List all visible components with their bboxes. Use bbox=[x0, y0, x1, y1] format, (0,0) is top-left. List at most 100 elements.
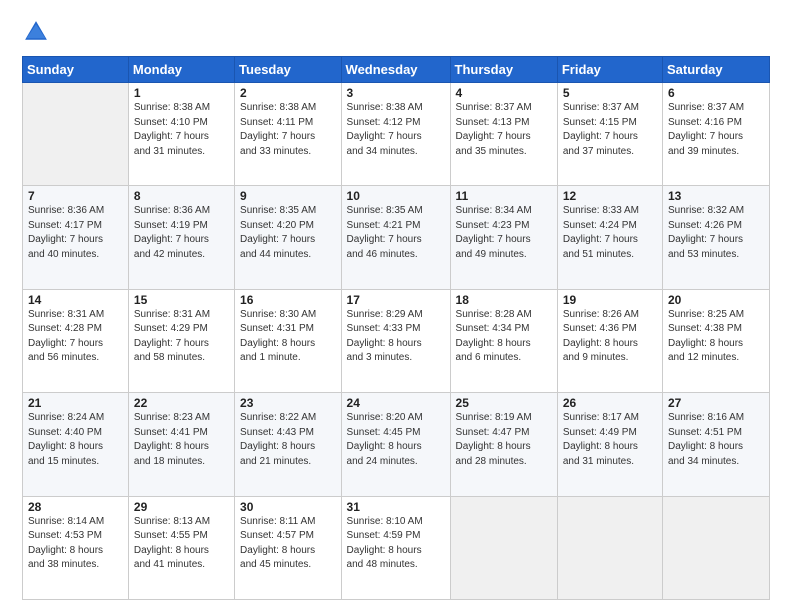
day-number: 25 bbox=[456, 396, 552, 410]
day-number: 26 bbox=[563, 396, 657, 410]
calendar-cell bbox=[23, 83, 129, 186]
calendar-header: SundayMondayTuesdayWednesdayThursdayFrid… bbox=[23, 57, 770, 83]
logo-icon bbox=[22, 18, 50, 46]
calendar-cell bbox=[557, 496, 662, 599]
day-number: 30 bbox=[240, 500, 335, 514]
calendar-cell: 5Sunrise: 8:37 AM Sunset: 4:15 PM Daylig… bbox=[557, 83, 662, 186]
weekday-header-thursday: Thursday bbox=[450, 57, 557, 83]
weekday-header-friday: Friday bbox=[557, 57, 662, 83]
calendar-cell: 3Sunrise: 8:38 AM Sunset: 4:12 PM Daylig… bbox=[341, 83, 450, 186]
calendar-body: 1Sunrise: 8:38 AM Sunset: 4:10 PM Daylig… bbox=[23, 83, 770, 600]
calendar-cell bbox=[662, 496, 769, 599]
day-number: 23 bbox=[240, 396, 335, 410]
calendar-cell: 4Sunrise: 8:37 AM Sunset: 4:13 PM Daylig… bbox=[450, 83, 557, 186]
day-info: Sunrise: 8:22 AM Sunset: 4:43 PM Dayligh… bbox=[240, 411, 335, 469]
day-info: Sunrise: 8:36 AM Sunset: 4:17 PM Dayligh… bbox=[28, 204, 123, 262]
day-info: Sunrise: 8:25 AM Sunset: 4:38 PM Dayligh… bbox=[668, 308, 764, 366]
week-row-4: 28Sunrise: 8:14 AM Sunset: 4:53 PM Dayli… bbox=[23, 496, 770, 599]
day-number: 7 bbox=[28, 189, 123, 203]
day-info: Sunrise: 8:36 AM Sunset: 4:19 PM Dayligh… bbox=[134, 204, 229, 262]
day-info: Sunrise: 8:38 AM Sunset: 4:11 PM Dayligh… bbox=[240, 101, 335, 159]
day-number: 16 bbox=[240, 293, 335, 307]
day-number: 10 bbox=[347, 189, 445, 203]
calendar-cell: 1Sunrise: 8:38 AM Sunset: 4:10 PM Daylig… bbox=[128, 83, 234, 186]
week-row-1: 7Sunrise: 8:36 AM Sunset: 4:17 PM Daylig… bbox=[23, 186, 770, 289]
day-number: 15 bbox=[134, 293, 229, 307]
page: SundayMondayTuesdayWednesdayThursdayFrid… bbox=[0, 0, 792, 612]
logo bbox=[22, 18, 54, 46]
day-info: Sunrise: 8:38 AM Sunset: 4:12 PM Dayligh… bbox=[347, 101, 445, 159]
calendar-cell: 16Sunrise: 8:30 AM Sunset: 4:31 PM Dayli… bbox=[235, 289, 341, 392]
calendar-cell: 10Sunrise: 8:35 AM Sunset: 4:21 PM Dayli… bbox=[341, 186, 450, 289]
day-number: 13 bbox=[668, 189, 764, 203]
day-info: Sunrise: 8:31 AM Sunset: 4:29 PM Dayligh… bbox=[134, 308, 229, 366]
day-number: 20 bbox=[668, 293, 764, 307]
day-info: Sunrise: 8:32 AM Sunset: 4:26 PM Dayligh… bbox=[668, 204, 764, 262]
day-info: Sunrise: 8:10 AM Sunset: 4:59 PM Dayligh… bbox=[347, 515, 445, 573]
header bbox=[22, 18, 770, 46]
week-row-3: 21Sunrise: 8:24 AM Sunset: 4:40 PM Dayli… bbox=[23, 393, 770, 496]
weekday-header-tuesday: Tuesday bbox=[235, 57, 341, 83]
calendar-cell: 25Sunrise: 8:19 AM Sunset: 4:47 PM Dayli… bbox=[450, 393, 557, 496]
weekday-header-saturday: Saturday bbox=[662, 57, 769, 83]
calendar-cell: 14Sunrise: 8:31 AM Sunset: 4:28 PM Dayli… bbox=[23, 289, 129, 392]
day-info: Sunrise: 8:14 AM Sunset: 4:53 PM Dayligh… bbox=[28, 515, 123, 573]
day-info: Sunrise: 8:24 AM Sunset: 4:40 PM Dayligh… bbox=[28, 411, 123, 469]
calendar-cell: 6Sunrise: 8:37 AM Sunset: 4:16 PM Daylig… bbox=[662, 83, 769, 186]
day-info: Sunrise: 8:17 AM Sunset: 4:49 PM Dayligh… bbox=[563, 411, 657, 469]
day-number: 17 bbox=[347, 293, 445, 307]
day-number: 27 bbox=[668, 396, 764, 410]
day-info: Sunrise: 8:31 AM Sunset: 4:28 PM Dayligh… bbox=[28, 308, 123, 366]
day-info: Sunrise: 8:26 AM Sunset: 4:36 PM Dayligh… bbox=[563, 308, 657, 366]
day-info: Sunrise: 8:35 AM Sunset: 4:20 PM Dayligh… bbox=[240, 204, 335, 262]
calendar-cell: 2Sunrise: 8:38 AM Sunset: 4:11 PM Daylig… bbox=[235, 83, 341, 186]
calendar-table: SundayMondayTuesdayWednesdayThursdayFrid… bbox=[22, 56, 770, 600]
weekday-row: SundayMondayTuesdayWednesdayThursdayFrid… bbox=[23, 57, 770, 83]
day-info: Sunrise: 8:37 AM Sunset: 4:15 PM Dayligh… bbox=[563, 101, 657, 159]
calendar-cell: 22Sunrise: 8:23 AM Sunset: 4:41 PM Dayli… bbox=[128, 393, 234, 496]
day-number: 24 bbox=[347, 396, 445, 410]
calendar-cell: 24Sunrise: 8:20 AM Sunset: 4:45 PM Dayli… bbox=[341, 393, 450, 496]
day-number: 2 bbox=[240, 86, 335, 100]
calendar-cell: 15Sunrise: 8:31 AM Sunset: 4:29 PM Dayli… bbox=[128, 289, 234, 392]
calendar-cell: 28Sunrise: 8:14 AM Sunset: 4:53 PM Dayli… bbox=[23, 496, 129, 599]
calendar-cell: 9Sunrise: 8:35 AM Sunset: 4:20 PM Daylig… bbox=[235, 186, 341, 289]
day-info: Sunrise: 8:13 AM Sunset: 4:55 PM Dayligh… bbox=[134, 515, 229, 573]
day-info: Sunrise: 8:16 AM Sunset: 4:51 PM Dayligh… bbox=[668, 411, 764, 469]
day-number: 21 bbox=[28, 396, 123, 410]
weekday-header-wednesday: Wednesday bbox=[341, 57, 450, 83]
calendar-cell: 21Sunrise: 8:24 AM Sunset: 4:40 PM Dayli… bbox=[23, 393, 129, 496]
calendar-cell: 11Sunrise: 8:34 AM Sunset: 4:23 PM Dayli… bbox=[450, 186, 557, 289]
day-info: Sunrise: 8:33 AM Sunset: 4:24 PM Dayligh… bbox=[563, 204, 657, 262]
calendar-cell: 27Sunrise: 8:16 AM Sunset: 4:51 PM Dayli… bbox=[662, 393, 769, 496]
calendar-cell: 7Sunrise: 8:36 AM Sunset: 4:17 PM Daylig… bbox=[23, 186, 129, 289]
day-info: Sunrise: 8:37 AM Sunset: 4:16 PM Dayligh… bbox=[668, 101, 764, 159]
week-row-0: 1Sunrise: 8:38 AM Sunset: 4:10 PM Daylig… bbox=[23, 83, 770, 186]
calendar-cell: 18Sunrise: 8:28 AM Sunset: 4:34 PM Dayli… bbox=[450, 289, 557, 392]
day-number: 1 bbox=[134, 86, 229, 100]
day-number: 12 bbox=[563, 189, 657, 203]
calendar-cell: 8Sunrise: 8:36 AM Sunset: 4:19 PM Daylig… bbox=[128, 186, 234, 289]
calendar-cell bbox=[450, 496, 557, 599]
day-info: Sunrise: 8:30 AM Sunset: 4:31 PM Dayligh… bbox=[240, 308, 335, 366]
day-number: 6 bbox=[668, 86, 764, 100]
day-info: Sunrise: 8:28 AM Sunset: 4:34 PM Dayligh… bbox=[456, 308, 552, 366]
week-row-2: 14Sunrise: 8:31 AM Sunset: 4:28 PM Dayli… bbox=[23, 289, 770, 392]
day-info: Sunrise: 8:29 AM Sunset: 4:33 PM Dayligh… bbox=[347, 308, 445, 366]
weekday-header-monday: Monday bbox=[128, 57, 234, 83]
day-info: Sunrise: 8:35 AM Sunset: 4:21 PM Dayligh… bbox=[347, 204, 445, 262]
day-number: 5 bbox=[563, 86, 657, 100]
calendar-cell: 26Sunrise: 8:17 AM Sunset: 4:49 PM Dayli… bbox=[557, 393, 662, 496]
day-info: Sunrise: 8:38 AM Sunset: 4:10 PM Dayligh… bbox=[134, 101, 229, 159]
day-info: Sunrise: 8:20 AM Sunset: 4:45 PM Dayligh… bbox=[347, 411, 445, 469]
day-number: 14 bbox=[28, 293, 123, 307]
day-number: 4 bbox=[456, 86, 552, 100]
calendar-cell: 19Sunrise: 8:26 AM Sunset: 4:36 PM Dayli… bbox=[557, 289, 662, 392]
day-info: Sunrise: 8:19 AM Sunset: 4:47 PM Dayligh… bbox=[456, 411, 552, 469]
day-number: 3 bbox=[347, 86, 445, 100]
day-number: 19 bbox=[563, 293, 657, 307]
calendar-cell: 23Sunrise: 8:22 AM Sunset: 4:43 PM Dayli… bbox=[235, 393, 341, 496]
day-number: 9 bbox=[240, 189, 335, 203]
calendar-cell: 29Sunrise: 8:13 AM Sunset: 4:55 PM Dayli… bbox=[128, 496, 234, 599]
calendar-cell: 30Sunrise: 8:11 AM Sunset: 4:57 PM Dayli… bbox=[235, 496, 341, 599]
